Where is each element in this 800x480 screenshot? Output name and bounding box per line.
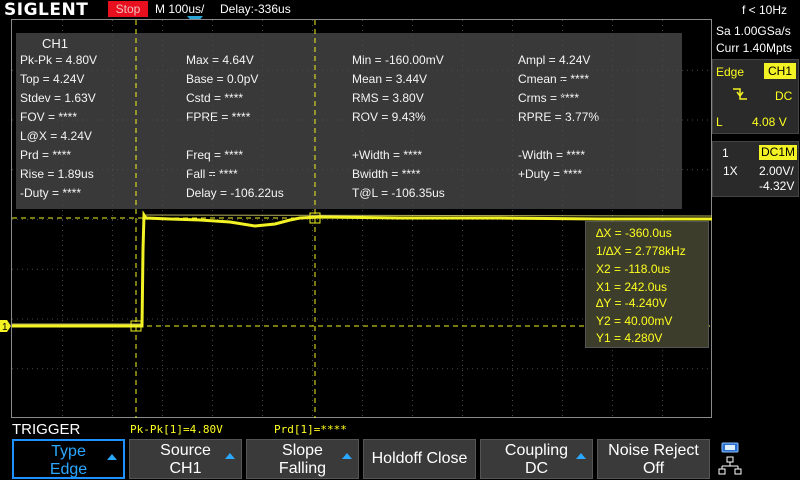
softkey-arrow-icon [576,453,586,459]
memory-depth-readout: Curr 1.40Mpts [716,41,793,55]
trigger-level-value: 4.08 V [752,115,787,129]
softkey-arrow-icon [107,454,117,460]
meas-stdev: Stdev = 1.63V [20,91,96,105]
timebase-readout[interactable]: M 100us/ [155,2,204,16]
meas-pwidth: +Width = **** [352,148,423,162]
measurement-row: L@X = 4.24V [16,129,682,147]
menu-title: TRIGGER [12,421,81,438]
meas-pkpk: Pk-Pk = 4.80V [20,53,98,67]
cursor-x2: X2 = -118.0us [596,262,671,276]
run-stop-badge[interactable]: Stop [108,1,148,17]
meas-rise: Rise = 1.89us [20,167,94,181]
ch1-ground-marker-label: 1 [2,322,8,333]
measurement-row: Prd = **** Freq = **** +Width = **** -Wi… [16,148,682,166]
channel1-info-box[interactable]: 1 DC1M 1X 2.00V/ -4.32V [712,141,799,197]
meas-rpre: RPRE = 3.77% [518,110,600,124]
meas-fov: FOV = **** [20,110,78,124]
trigger-source-badge: CH1 [764,63,796,79]
trigger-type-label: Edge [716,65,745,79]
measurement-row: Stdev = 1.63V Cstd = **** RMS = 3.80V Cr… [16,91,682,109]
softkey-arrow-icon [342,453,352,459]
menu-status-strip [0,420,713,438]
softkey-slope[interactable]: Slope Falling [246,439,359,479]
cursor-delta-y: ∆Y = -4.240V [596,296,667,310]
softkey-slope-value: Falling [278,460,327,477]
softkey-noise-reject[interactable]: Noise Reject Off [597,439,710,479]
network-icon [718,456,742,475]
softkey-arrow-icon [225,453,235,459]
channel-number: 1 [722,146,729,160]
cursor-y1: Y1 = 4.280V [596,331,663,345]
softkey-coupling[interactable]: Coupling DC [480,439,593,479]
meas-nwidth: -Width = **** [518,148,586,162]
trigger-level-label: L [716,115,723,129]
channel-vertical-scale: 2.00V/ [759,164,794,178]
meas-fall: Fall = **** [186,167,238,181]
channel-offset: -4.32V [759,179,795,193]
meas-max: Max = 4.64V [186,53,254,67]
softkey-holdoff-label: Holdoff Close [371,450,468,467]
meas-rov: ROV = 9.43% [352,110,426,124]
meas-ampl: Ampl = 4.24V [518,53,591,67]
sample-rate-readout: Sa 1.00GSa/s [716,24,791,38]
brand-logo: SIGLENT [4,0,89,20]
meas-crms: Crms = **** [518,91,580,105]
cursor-delta-x: ∆X = -360.0us [596,226,672,240]
ch1-ground-marker-icon[interactable] [0,320,11,332]
cursor-y2: Y2 = 40.00mV [596,314,673,328]
trigger-coupling-label: DC [775,89,793,103]
measurement-row: -Duty = **** Delay = -106.22us T@L = -10… [16,186,682,204]
meas-nduty: -Duty = **** [20,186,82,200]
status-icons [716,440,746,478]
meas-top: Top = 4.24V [20,72,85,86]
meas-pduty: +Duty = **** [518,167,583,181]
cursor-x1: X1 = 242.0us [596,280,668,294]
softkey-type[interactable]: Type Edge [12,439,125,479]
softkey-noise-reject-label: Noise Reject [608,442,699,459]
meas-cstd: Cstd = **** [186,91,244,105]
meas-rms: RMS = 3.80V [352,91,424,105]
softkey-source-value: CH1 [169,460,202,477]
meas-bwidth: Bwidth = **** [352,167,421,181]
cursor-inverse-delta-x: 1/∆X = 2.778kHz [596,244,686,258]
top-status-bar [0,0,713,19]
period-quick-readout: Prd[1]=**** [274,423,347,436]
measurement-row: Rise = 1.89us Fall = **** Bwidth = **** … [16,167,682,185]
measurement-row: Top = 4.24V Base = 0.0pV Mean = 3.44V Cm… [16,72,682,90]
measurement-row: FOV = **** FPRE = **** ROV = 9.43% RPRE … [16,110,682,128]
softkey-type-value: Edge [49,461,88,478]
softkey-coupling-value: DC [524,460,549,477]
meas-mean: Mean = 3.44V [352,72,428,86]
pkpk-quick-readout: Pk-Pk[1]=4.80V [130,423,223,436]
usb-icon [721,442,739,453]
meas-l-at-x: L@X = 4.24V [20,129,92,143]
meas-base: Base = 0.0pV [186,72,259,86]
softkey-noise-reject-value: Off [642,460,665,477]
softkey-holdoff[interactable]: Holdoff Close [363,439,476,479]
meas-t-at-l: T@L = -106.35us [352,186,445,200]
delay-readout[interactable]: Delay:-336us [220,2,291,16]
meas-min: Min = -160.00mV [352,53,444,67]
cursor-readout-box: ∆X = -360.0us 1/∆X = 2.778kHz X2 = -118.… [585,221,709,348]
meas-delay: Delay = -106.22us [186,186,284,200]
channel-probe-ratio: 1X [723,164,738,178]
softkey-source[interactable]: Source CH1 [129,439,242,479]
falling-edge-icon [732,86,748,105]
measurement-row: Pk-Pk = 4.80V Max = 4.64V Min = -160.00m… [16,53,682,71]
meas-cmean: Cmean = **** [518,72,590,86]
meas-prd: Prd = **** [20,148,72,162]
meas-freq: Freq = **** [186,148,244,162]
channel-coupling-badge: DC1M [759,145,797,160]
meas-fpre: FPRE = **** [186,110,251,124]
measurement-panel: CH1 Pk-Pk = 4.80V Max = 4.64V Min = -160… [16,33,682,209]
frequency-counter: f < 10Hz [742,3,788,17]
measurement-channel-label: CH1 [42,36,69,51]
trigger-info-box[interactable]: Edge CH1 DC L 4.08 V [712,59,799,134]
